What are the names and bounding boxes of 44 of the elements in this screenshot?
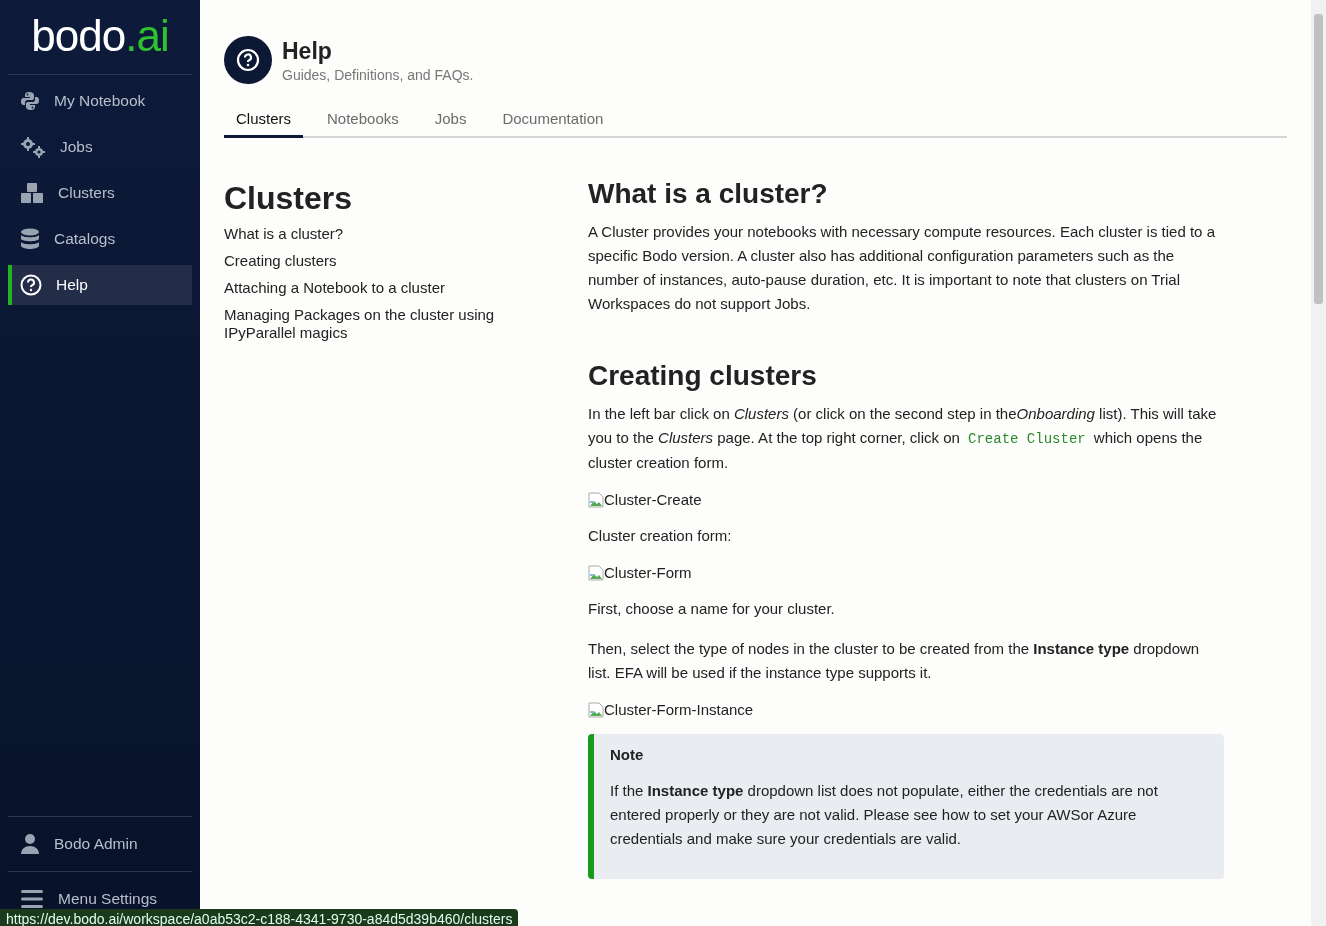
toc-link[interactable]: Creating clusters (224, 252, 548, 270)
sidebar-item[interactable]: Clusters (8, 173, 192, 213)
sidebar-item[interactable]: Catalogs (8, 219, 192, 259)
note-text: If the Instance type dropdown list does not populate, either the credentials are not entered properly or they are not valid. Please see how to set your AWSor Azure credentials and make sure your credentials are valid. (610, 781, 1159, 849)
sidebar-item[interactable]: Bodo Admin (8, 823, 192, 865)
broken-image-icon (588, 491, 604, 508)
menu-icon (20, 889, 44, 909)
paragraph: In the left bar click on Clusters (or click on the second step in theOnboarding list). This will take you to the Clusters page. At the top right corner, click on Create Cluster which opens the cluster creation form. (588, 404, 1218, 473)
tab[interactable]: Notebooks (315, 102, 411, 138)
broken-image-icon (588, 564, 604, 581)
scrollbar-thumb[interactable] (1314, 14, 1323, 304)
logo: bodo.ai (30, 10, 170, 62)
status-url: https://dev.bodo.ai/workspace/a0ab53c2-c188-4341-9730-a84d5d39b460/clusters (0, 909, 519, 926)
toc-link[interactable]: Managing Packages on the cluster using IPyParallel magics (224, 306, 548, 342)
tab[interactable]: Jobs (422, 102, 479, 138)
python-icon (20, 91, 40, 111)
scrollbar[interactable] (1311, 0, 1326, 926)
boxes-icon (20, 182, 44, 204)
toc-title: Clusters (224, 180, 354, 217)
sidebar-item[interactable]: My Notebook (8, 81, 192, 121)
section-heading: What is a cluster? (588, 178, 829, 210)
toc-link[interactable]: Attaching a Notebook to a cluster (224, 279, 548, 297)
paragraph: First, choose a name for your cluster. (588, 599, 836, 619)
paragraph: Then, select the type of nodes in the cluster to be created from the Instance type dropdown list. EFA will be used if the instance type supports it. (588, 639, 1201, 683)
tab[interactable]: Documentation (490, 102, 616, 138)
paragraph: A Cluster provides your notebooks with necessary compute resources. Each cluster is tied to a specific Bodo version. A cluster also has additional configuration parameters such as the number of instances, auto-pause duration, etc. It is important to note that clusters on Trial Workspaces do not support Jobs. (588, 222, 1216, 314)
sidebar-item[interactable]: Jobs (8, 127, 192, 167)
note-title: Note (610, 746, 645, 763)
sidebar-item[interactable]: Help (8, 265, 192, 305)
database-icon (20, 228, 40, 250)
help-icon (224, 36, 272, 84)
tab[interactable]: Clusters (224, 102, 303, 138)
image-alt-text: Cluster-Form (604, 564, 692, 581)
page-subtitle: Guides, Definitions, and FAQs. (282, 66, 474, 83)
toc-link[interactable]: What is a cluster? (224, 225, 548, 243)
user-icon (20, 833, 40, 855)
broken-image-icon (588, 701, 604, 718)
page-title: Help (282, 37, 333, 65)
help-icon (20, 274, 42, 296)
gears-icon (20, 136, 46, 158)
image-alt-text: Cluster-Create (604, 491, 702, 508)
paragraph: Cluster creation form: (588, 526, 733, 546)
section-heading: Creating clusters (588, 360, 818, 392)
image-alt-text: Cluster-Form-Instance (604, 701, 754, 718)
